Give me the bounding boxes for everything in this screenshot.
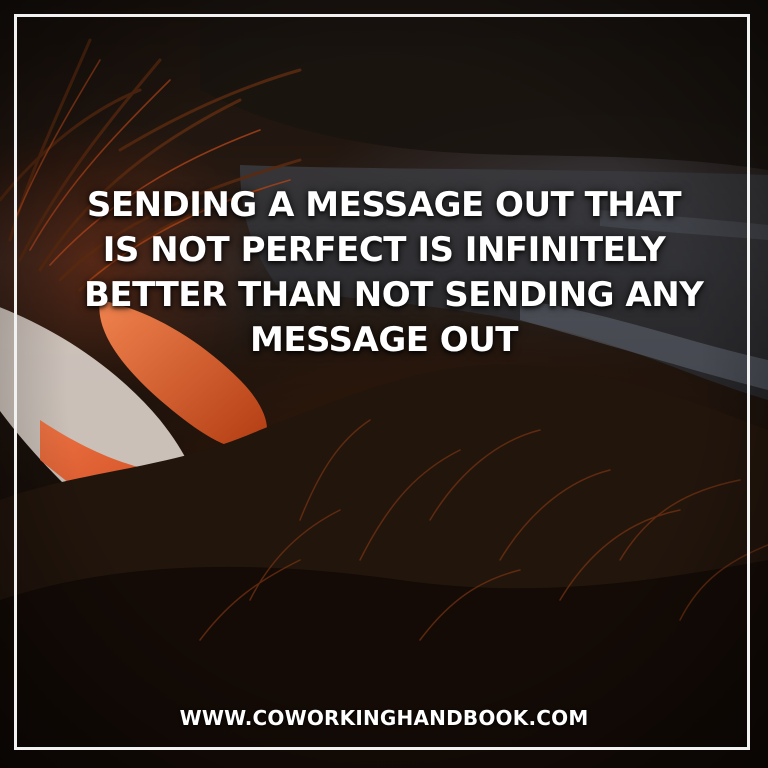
website-url: WWW.COWORKINGHANDBOOK.COM (179, 706, 589, 730)
quote-text: SENDING A MESSAGE OUT THAT IS NOT PERFEC… (84, 183, 704, 363)
background-photo (0, 0, 768, 768)
quote-line: SENDING A MESSAGE OUT THAT (86, 185, 682, 225)
quote-line: IS NOT PERFECT IS INFINITELY (102, 230, 666, 270)
quote-line: MESSAGE OUT (250, 320, 519, 360)
quote-line: BETTER THAN NOT SENDING ANY (84, 275, 704, 315)
quote-image: SENDING A MESSAGE OUT THAT IS NOT PERFEC… (0, 0, 768, 768)
